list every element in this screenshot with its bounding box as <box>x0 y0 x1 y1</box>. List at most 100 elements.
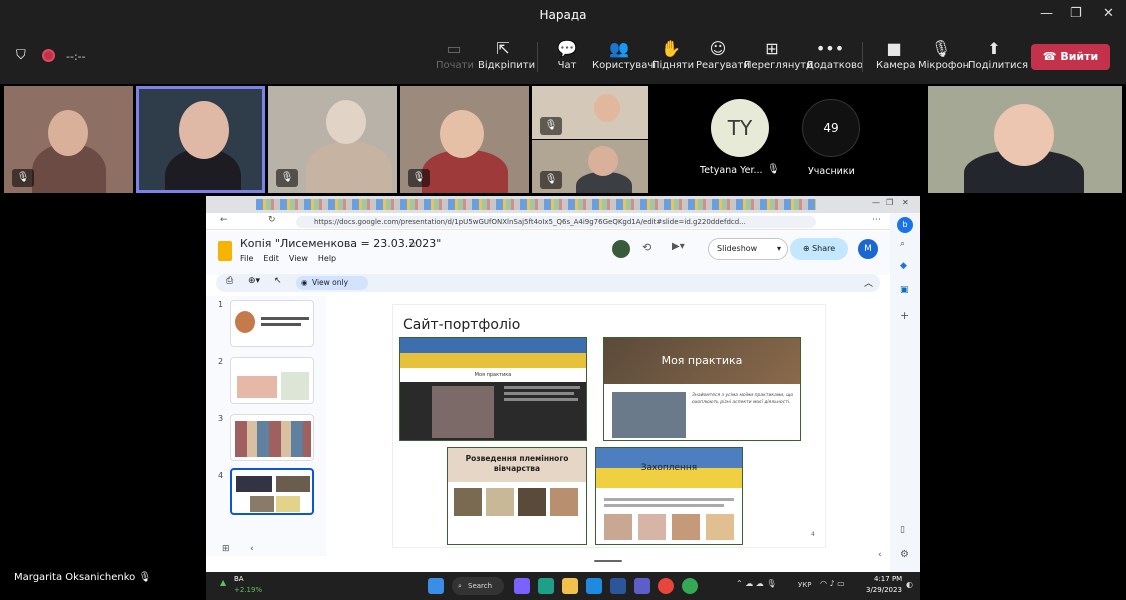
word-icon[interactable] <box>610 578 626 594</box>
select-icon[interactable]: ↖ <box>274 276 282 286</box>
share-screen-icon: ⬆ <box>987 39 1001 58</box>
slide-thumbnail[interactable] <box>230 414 314 461</box>
participant-video[interactable]: 🎙 <box>4 86 133 193</box>
slide-thumbnail[interactable] <box>230 357 314 404</box>
more-button[interactable]: ••• Додатково <box>806 38 863 71</box>
history-icon[interactable]: ⟲ <box>642 241 651 254</box>
slide-page-number: 4 <box>811 531 815 538</box>
participant-video-speaking[interactable] <box>136 86 265 193</box>
add-icon[interactable]: + <box>900 309 909 322</box>
view-button[interactable]: ⊞ Переглянути <box>744 38 813 71</box>
clock-time[interactable]: 4:17 PM <box>874 575 902 583</box>
mic-button[interactable]: 🎙 Мікрофон <box>918 38 969 71</box>
grid-view-icon[interactable]: ⊞ <box>222 544 230 554</box>
minimize-icon[interactable]: — <box>872 198 880 207</box>
present-button[interactable]: ▭ Почати <box>436 38 474 71</box>
edge-icon[interactable] <box>538 578 554 594</box>
close-icon[interactable]: ✕ <box>902 198 909 207</box>
chrome-icon[interactable] <box>658 578 674 594</box>
slide-thumbnail[interactable] <box>230 300 314 347</box>
participant-video[interactable]: 🎙 <box>400 86 529 193</box>
chat-icon: 💬 <box>557 39 577 58</box>
teams-icon[interactable] <box>634 578 650 594</box>
tray-icons[interactable]: ⌃ ☁ ☁ 🎙 <box>736 579 777 588</box>
menu-help[interactable]: Help <box>318 254 336 263</box>
react-button[interactable]: ☺ Реагувати <box>696 38 750 71</box>
leave-button[interactable]: ☎ Вийти <box>1031 44 1110 70</box>
bing-icon[interactable]: b <box>897 217 913 233</box>
participant-video[interactable]: 🎙 <box>532 140 648 193</box>
minimize-icon[interactable]: — <box>1040 6 1053 21</box>
chevron-left-icon[interactable]: ‹ <box>250 544 254 554</box>
raise-hand-button[interactable]: ✋ Підняти <box>652 38 694 71</box>
sidebar-toggle-icon[interactable]: ▯ <box>900 525 905 535</box>
chat-button[interactable]: 💬 Чат <box>552 38 582 71</box>
unpin-button[interactable]: ⇱ Відкріпити <box>478 38 535 71</box>
slideshow-button[interactable]: Slideshow ▾ <box>708 238 788 260</box>
slide-thumbnail-current[interactable] <box>230 468 314 515</box>
title-bar: Нарада — ❐ ✕ <box>0 0 1126 32</box>
restore-icon[interactable]: ❐ <box>1070 6 1082 21</box>
collapse-icon[interactable]: ︿ <box>864 276 873 289</box>
slide-scroll-handle[interactable] <box>594 560 622 562</box>
camera-icon: ■ <box>886 39 902 58</box>
share-screen-button[interactable]: ⬆ Поділитися <box>968 38 1028 71</box>
mic-off-icon: 🎙 <box>767 164 780 175</box>
menu-edit[interactable]: Edit <box>263 254 279 263</box>
chevron-left-icon[interactable]: ‹ <box>878 550 882 560</box>
taskbar-search[interactable]: ⌕ Search <box>452 577 504 595</box>
windows-start-icon[interactable] <box>428 578 444 594</box>
browser-tab-strip: — ❐ ✕ <box>206 196 920 213</box>
people-button[interactable]: 👥 Користувачі <box>592 38 656 71</box>
notification-icon[interactable]: ◐ <box>906 580 913 589</box>
network-icon[interactable]: ◠ ♪ ▭ <box>820 579 845 588</box>
menu-view[interactable]: View <box>289 254 308 263</box>
menu-file[interactable]: File <box>240 254 253 263</box>
view-icon: ⊞ <box>765 39 779 58</box>
restore-icon[interactable]: ❐ <box>886 198 893 207</box>
zoom-icon[interactable]: ⊕▾ <box>248 276 260 286</box>
browser-menu-icon[interactable]: ⋯ <box>872 215 881 225</box>
participant-avatar[interactable]: TY <box>711 99 769 157</box>
camera-button[interactable]: ■ Камера <box>876 38 915 71</box>
participant-video[interactable] <box>928 86 1122 193</box>
gear-icon[interactable]: ⚙ <box>900 549 909 560</box>
thumb-number: 3 <box>218 414 224 423</box>
file-explorer-icon[interactable] <box>562 578 578 594</box>
chat-app-icon[interactable] <box>514 578 530 594</box>
hangup-icon: ☎ <box>1042 50 1061 63</box>
url-field[interactable]: https://docs.google.com/presentation/d/1… <box>296 216 816 228</box>
share-button[interactable]: ⊕ Share <box>790 238 848 260</box>
back-icon[interactable]: ← <box>220 215 228 225</box>
account-avatar[interactable]: M <box>858 239 878 259</box>
meet-icon[interactable]: ▶▾ <box>672 241 685 252</box>
reload-icon[interactable]: ↻ <box>268 215 276 225</box>
slide-filmstrip: 1 2 3 4 ⊞ ‹ <box>206 296 326 556</box>
site-screenshot: Розведення племінного вівчарства <box>447 447 587 545</box>
chrome-profile-icon[interactable] <box>682 578 698 594</box>
participants-label[interactable]: Учасники <box>808 166 855 177</box>
participant-count[interactable]: 49 <box>802 99 860 157</box>
window-title: Нарада <box>539 8 587 22</box>
clock-date[interactable]: 3/29/2023 <box>866 586 902 594</box>
mic-off-icon: 🎙 <box>276 169 298 187</box>
participant-video[interactable]: 🎙 <box>532 86 648 139</box>
print-icon[interactable]: ⎙ <box>226 276 233 286</box>
site-screenshot: Моя практика Знайомтеся з усіма моїми пр… <box>603 337 801 441</box>
shopping-icon[interactable]: ◆ <box>900 261 907 271</box>
toolbar-divider <box>862 42 863 72</box>
search-icon[interactable]: ⌕ <box>900 239 905 249</box>
star-icon[interactable]: ☆ <box>408 237 418 250</box>
language-indicator[interactable]: УКР <box>798 581 811 589</box>
outlook-icon[interactable]: ▣ <box>900 285 909 295</box>
stock-ticker[interactable]: BA <box>234 575 244 583</box>
slide-canvas: Сайт-портфоліо Моя практика Моя практика… <box>392 304 826 548</box>
chevron-down-icon[interactable]: ▾ <box>777 239 781 259</box>
store-icon[interactable] <box>586 578 602 594</box>
participant-video[interactable]: 🎙 <box>268 86 397 193</box>
close-icon[interactable]: ✕ <box>1103 6 1114 21</box>
participant-name: Tetyana Yer... <box>700 165 763 176</box>
view-only-badge[interactable]: ◉ View only <box>296 276 368 290</box>
collaborator-avatar[interactable] <box>612 240 630 258</box>
slide-title: Сайт-портфоліо <box>403 317 521 333</box>
